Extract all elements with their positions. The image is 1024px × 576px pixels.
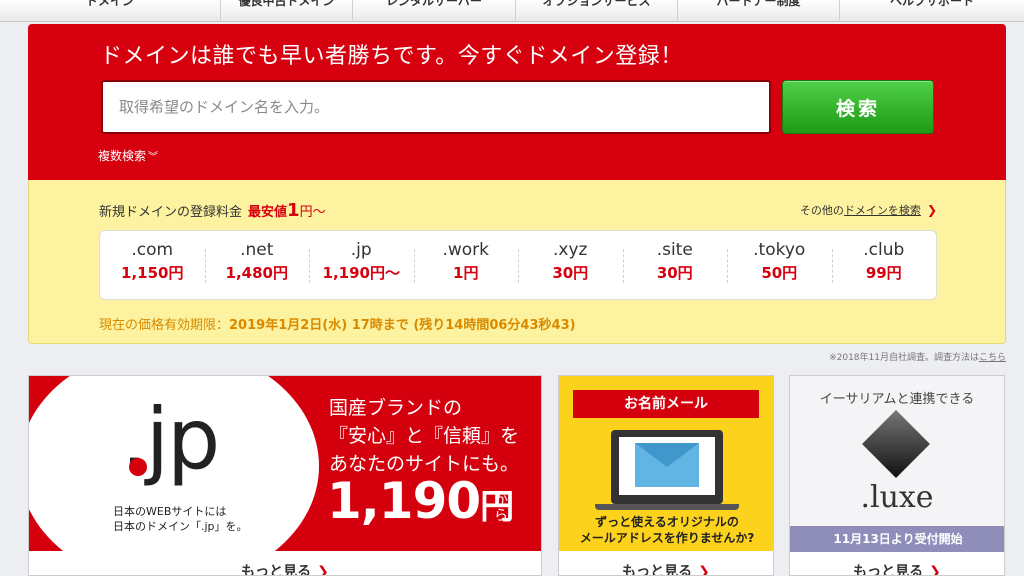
laptop-icon <box>611 430 723 504</box>
pricing-title: 新規ドメインの登録料金 最安値1円～ <box>99 200 326 221</box>
tld-item[interactable]: .site 30円 <box>622 231 728 299</box>
tld-price: 30円 <box>552 264 589 282</box>
more-label: もっと見る <box>853 564 924 576</box>
luxe-title: イーサリアムと連携できる <box>819 392 975 407</box>
luxe-logo: .luxe <box>860 480 934 515</box>
mail-copy-line2: メールアドレスを作りませんか? <box>579 531 755 545</box>
luxe-banner-art: イーサリアムと連携できる .luxe 11月13日より受付開始 <box>790 376 1004 552</box>
nav-item-used-domain[interactable]: 優良中古ドメイン <box>221 0 353 22</box>
tld-price-list: .com 1,150円 .net 1,480円 .jp 1,190円～ .work 1円… <box>99 230 937 300</box>
tld-name: .net <box>240 240 274 260</box>
domain-search-input[interactable] <box>101 80 771 134</box>
chevron-right-icon: ❯ <box>698 564 710 576</box>
pricing-title-text: 新規ドメインの登録料金 <box>99 205 243 220</box>
luxe-start-date: 11月13日より受付開始 <box>790 526 1004 552</box>
tld-price: 1円 <box>453 264 479 282</box>
ethereum-diamond-icon <box>862 410 930 478</box>
chevron-right-icon: ❯ <box>926 203 937 217</box>
jp-caption-line1: 日本のWEBサイトには <box>113 505 227 518</box>
survey-note: ※2018年11月自社調査。調査方法はこちら <box>829 350 1006 363</box>
laptop-base <box>595 504 739 510</box>
tld-item[interactable]: .work 1円 <box>413 231 519 299</box>
tld-price: 30円 <box>656 264 693 282</box>
jp-copy-line2: 『安心』と『信頼』を <box>329 425 520 447</box>
jp-banner-art: .jp 日本のWEBサイトには 日本のドメイン「.jp」を。 国産ブランドの 『… <box>29 376 541 575</box>
jp-price: 1,190円 <box>327 472 514 530</box>
jp-price-value: 1,190 <box>327 472 481 530</box>
tld-name: .xyz <box>553 240 588 260</box>
tld-price: 50円 <box>761 264 798 282</box>
chevron-right-icon: ❯ <box>929 564 941 576</box>
survey-note-text: ※2018年11月自社調査。調査方法は <box>829 353 979 363</box>
lowest-price-value: 1 <box>287 200 300 221</box>
search-button[interactable]: 検索 <box>782 80 934 134</box>
nav-item-partner[interactable]: パートナー制度 <box>678 0 840 22</box>
mail-promo-banner[interactable]: お名前メール ずっと使えるオリジナルの メールアドレスを作りませんか? もっと見… <box>558 375 774 576</box>
mail-more-link[interactable]: もっと見る ❯ <box>559 561 773 576</box>
other-domain-search-link[interactable]: その他のドメインを検索 ❯ <box>800 202 937 218</box>
tld-name: .club <box>863 240 905 260</box>
chevron-down-icon: ︾ <box>148 152 159 163</box>
tld-price: 99円 <box>865 264 902 282</box>
laptop-screen <box>619 437 715 495</box>
tld-name: .jp <box>350 240 372 260</box>
jp-copy-line1: 国産ブランドの <box>329 397 463 419</box>
tld-price: 1,480円 <box>225 264 288 282</box>
nav-item-help-support[interactable]: ヘルプサポート <box>840 0 1024 22</box>
tld-price: 1,150円 <box>121 264 184 282</box>
mail-copy-line1: ずっと使えるオリジナルの <box>595 515 739 529</box>
tld-name: .com <box>131 240 174 260</box>
more-label: もっと見る <box>241 564 312 576</box>
nav-item-option-service[interactable]: オプションサービス <box>516 0 678 22</box>
jp-more-link[interactable]: もっと見る ❯ <box>29 561 541 576</box>
tld-item[interactable]: .net 1,480円 <box>204 231 310 299</box>
validity-value: 2019年1月2日(水) 17時まで (残り14時間06分43秒43) <box>229 318 576 333</box>
tld-item[interactable]: .club 99円 <box>831 231 937 299</box>
luxe-more-link[interactable]: もっと見る ❯ <box>790 561 1004 576</box>
mail-banner-art: お名前メール ずっと使えるオリジナルの メールアドレスを作りませんか? <box>559 376 773 551</box>
jp-promo-banner[interactable]: .jp 日本のWEBサイトには 日本のドメイン「.jp」を。 国産ブランドの 『… <box>28 375 542 576</box>
chevron-right-icon: ❯ <box>317 564 329 576</box>
tld-name: .work <box>442 240 490 260</box>
multi-search-toggle[interactable]: 複数検索 ︾ <box>98 147 158 164</box>
envelope-icon <box>635 443 699 487</box>
other-prefix: その他の <box>799 204 844 217</box>
tld-name: .tokyo <box>753 240 806 260</box>
lowest-price-unit: 円～ <box>299 205 326 220</box>
nav-item-domain[interactable]: ドメイン <box>0 0 221 22</box>
other-link-text: ドメインを検索 <box>843 204 921 217</box>
luxe-promo-banner[interactable]: イーサリアムと連携できる .luxe 11月13日より受付開始 もっと見る ❯ <box>789 375 1005 576</box>
multi-search-label: 複数検索 <box>98 149 147 163</box>
tld-item[interactable]: .xyz 30円 <box>518 231 623 299</box>
domain-search-panel: ドメインは誰でも早い者勝ちです。今すぐドメイン登録！ 検索 複数検索︾ <box>28 24 1006 180</box>
tld-item[interactable]: .com 1,150円 <box>100 231 205 299</box>
validity-label: 現在の価格有効期限： <box>99 318 230 333</box>
jp-caption-line2: 日本のドメイン「.jp」を。 <box>113 520 248 533</box>
price-validity: 現在の価格有効期限：2019年1月2日(水) 17時まで (残り14時間06分4… <box>99 314 576 333</box>
search-headline: ドメインは誰でも早い者勝ちです。今すぐドメイン登録！ <box>100 44 683 69</box>
tld-item[interactable]: .jp 1,190円～ <box>309 231 414 299</box>
mail-copy: ずっと使えるオリジナルの メールアドレスを作りませんか? <box>559 514 773 546</box>
jp-copy: 国産ブランドの 『安心』と『信頼』を あなたのサイトにも。 <box>329 394 519 478</box>
lowest-price-label: 最安値 <box>248 205 288 220</box>
nav-item-rental-server[interactable]: レンタルサーバー <box>353 0 516 22</box>
pricing-panel: 新規ドメインの登録料金 最安値1円～ その他のドメインを検索 ❯ .com 1,150… <box>28 180 1006 344</box>
tld-name: .site <box>656 240 693 260</box>
mail-ribbon: お名前メール <box>573 390 759 418</box>
survey-method-link[interactable]: こちら <box>979 353 1006 363</box>
jp-logo-dot <box>129 458 147 476</box>
tld-price: 1,190円～ <box>322 264 400 282</box>
top-nav: ドメイン 優良中古ドメイン レンタルサーバー オプションサービス パートナー制度… <box>0 0 1024 22</box>
more-label: もっと見る <box>622 564 693 576</box>
jp-caption: 日本のWEBサイトには 日本のドメイン「.jp」を。 <box>113 504 248 534</box>
jp-price-from: から <box>494 493 508 524</box>
tld-item[interactable]: .tokyo 50円 <box>727 231 832 299</box>
